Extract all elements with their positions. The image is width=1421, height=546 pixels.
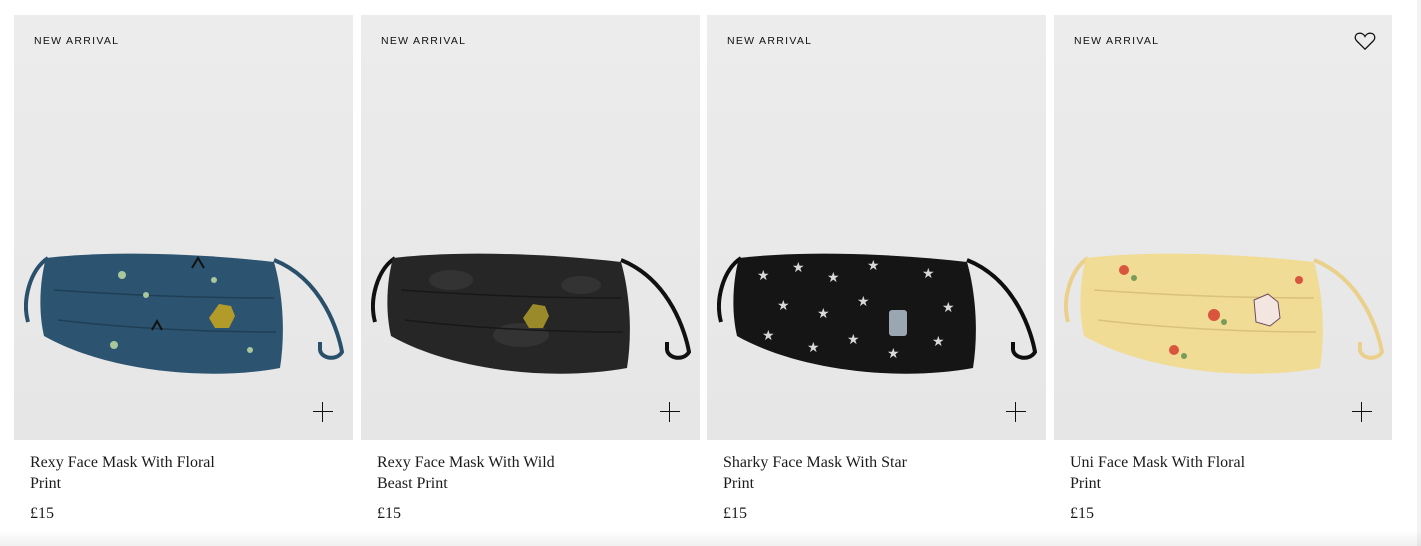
product-price: £15 <box>377 505 401 522</box>
face-mask-image: ★ ★★★ ★★ ★★ ★★★ ★ ★★ <box>717 253 1037 374</box>
product-price: £15 <box>30 505 54 522</box>
product-grid: NEW ARRIVAL Rexy Face Mask With Floral P… <box>14 15 1394 546</box>
svg-text:★: ★ <box>932 334 945 350</box>
face-mask-image <box>1064 253 1384 374</box>
product-name[interactable]: Rexy Face Mask With Wild Beast Print <box>377 452 587 494</box>
face-mask-image <box>371 253 691 374</box>
svg-text:★: ★ <box>857 294 870 310</box>
product-price: £15 <box>723 505 747 522</box>
svg-text:★: ★ <box>942 300 955 316</box>
new-arrival-badge: NEW ARRIVAL <box>727 35 813 47</box>
quick-add-plus-icon[interactable] <box>1006 402 1026 422</box>
new-arrival-badge: NEW ARRIVAL <box>34 35 120 47</box>
product-card[interactable]: NEW ARRIVAL ★ ★ ★ ★ ★ ★ ★ ★ ★ ★ ★ ★ ★ ★ Sharky Fac… <box>707 15 1046 546</box>
quick-add-plus-icon[interactable] <box>1352 402 1372 422</box>
svg-text:★: ★ <box>867 258 880 274</box>
scroll-edge <box>1417 0 1421 546</box>
svg-text:★: ★ <box>762 328 775 344</box>
product-card[interactable]: NEW ARRIVAL Uni Face Mask With Floral Pr… <box>1054 15 1392 546</box>
svg-text:★: ★ <box>757 268 770 284</box>
svg-text:★: ★ <box>817 306 830 322</box>
product-card[interactable]: NEW ARRIVAL Rexy Face Mask With Wild Bea… <box>361 15 700 546</box>
product-name[interactable]: Sharky Face Mask With Star Print <box>723 452 933 494</box>
svg-text:★: ★ <box>827 270 840 286</box>
product-price: £15 <box>1070 505 1094 522</box>
svg-text:★: ★ <box>847 332 860 348</box>
svg-text:★: ★ <box>887 346 900 362</box>
product-card[interactable]: NEW ARRIVAL Rexy Face Mask With Floral P… <box>14 15 353 546</box>
quick-add-plus-icon[interactable] <box>313 402 333 422</box>
quick-add-plus-icon[interactable] <box>660 402 680 422</box>
svg-text:★: ★ <box>807 340 820 356</box>
product-name[interactable]: Uni Face Mask With Floral Print <box>1070 452 1280 494</box>
product-image[interactable]: NEW ARRIVAL <box>1054 15 1392 440</box>
product-image[interactable]: NEW ARRIVAL <box>14 15 353 440</box>
product-image[interactable]: NEW ARRIVAL <box>361 15 700 440</box>
product-image[interactable]: NEW ARRIVAL ★ ★ ★ ★ ★ ★ ★ ★ ★ ★ ★ ★ ★ ★ <box>707 15 1046 440</box>
new-arrival-badge: NEW ARRIVAL <box>381 35 467 47</box>
svg-text:★: ★ <box>792 260 805 276</box>
svg-text:★: ★ <box>777 298 790 314</box>
heart-outline-icon[interactable] <box>1354 31 1376 51</box>
product-name[interactable]: Rexy Face Mask With Floral Print <box>30 452 240 494</box>
svg-text:★: ★ <box>922 266 935 282</box>
face-mask-image <box>24 253 344 374</box>
new-arrival-badge: NEW ARRIVAL <box>1074 35 1160 47</box>
bottom-shadow <box>0 530 1421 546</box>
